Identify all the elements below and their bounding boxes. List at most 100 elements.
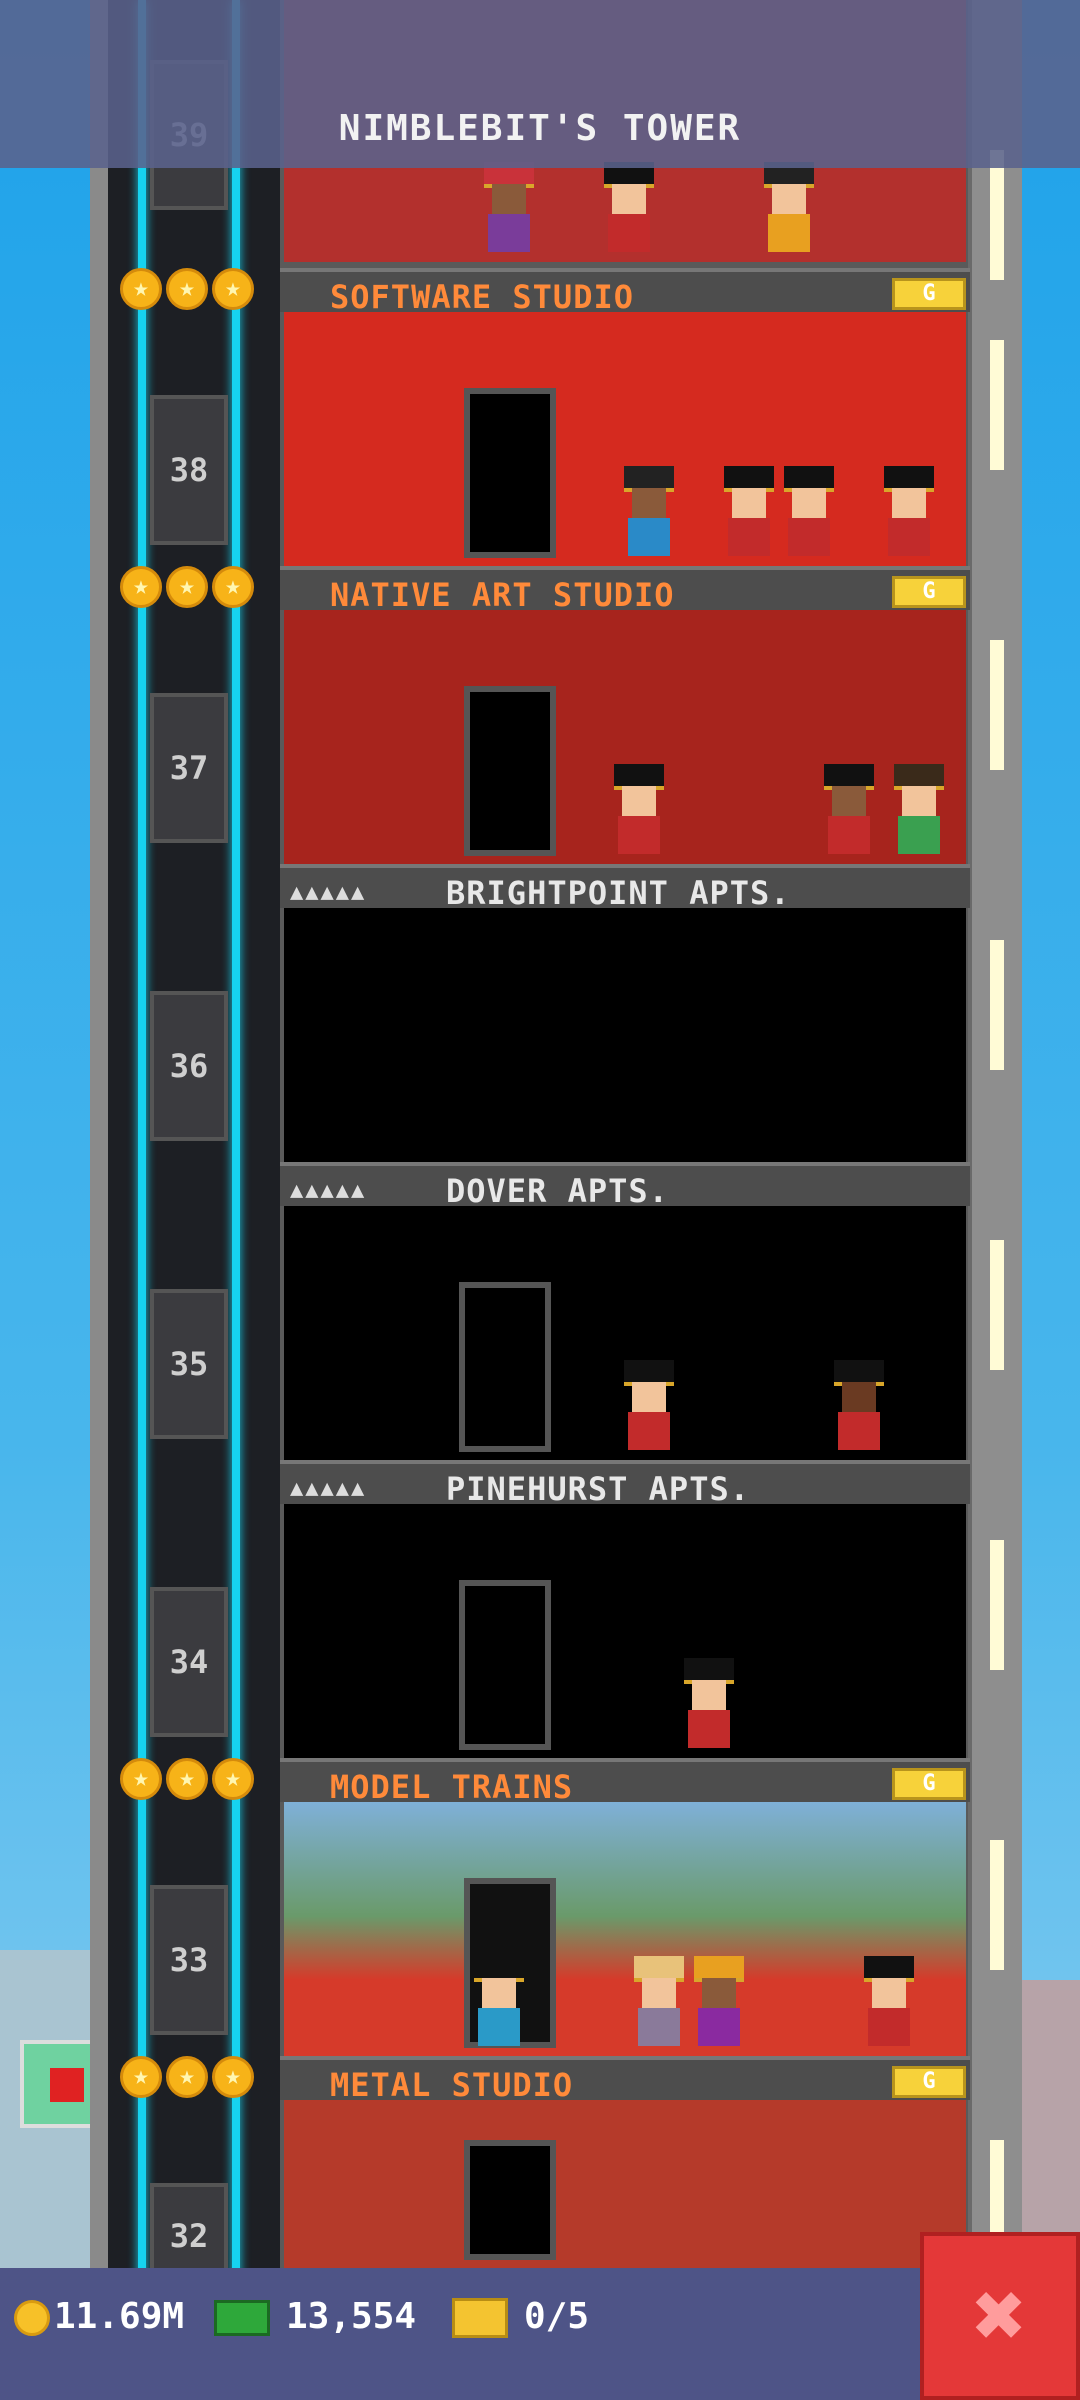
elevator-rail-left bbox=[138, 0, 146, 2280]
floor-door bbox=[459, 1282, 551, 1452]
bitizen[interactable] bbox=[824, 764, 874, 854]
bitizen[interactable] bbox=[624, 466, 674, 556]
star-icon: ★ bbox=[120, 268, 162, 310]
star-icon: ★ bbox=[120, 2056, 162, 2098]
floor-33-stars: ★ ★ ★ bbox=[120, 1758, 254, 1802]
bitizen[interactable] bbox=[864, 1956, 914, 2046]
tower-light bbox=[990, 1840, 1004, 1970]
business-tag[interactable]: G bbox=[892, 2066, 966, 2098]
elevator-stop-33[interactable]: 33 bbox=[150, 1885, 228, 2035]
floor-header: MODEL TRAINS G bbox=[280, 1758, 970, 1806]
floor-number: 33 bbox=[169, 1941, 209, 1979]
floor-35[interactable]: ▲▲▲▲▲ DOVER APTS. bbox=[280, 1162, 970, 1460]
bitizen[interactable] bbox=[624, 1360, 674, 1450]
floor-name: SOFTWARE STUDIO bbox=[330, 278, 634, 316]
star-icon: ★ bbox=[212, 268, 254, 310]
bitizen[interactable] bbox=[684, 1658, 734, 1748]
tower-light bbox=[990, 340, 1004, 470]
floor-number: 35 bbox=[169, 1345, 209, 1383]
star-icon: ★ bbox=[120, 1758, 162, 1800]
floor-header: ▲▲▲▲▲ DOVER APTS. bbox=[280, 1162, 970, 1210]
floor-name: DOVER APTS. bbox=[446, 1172, 669, 1210]
tower-light bbox=[990, 640, 1004, 770]
floor-room bbox=[284, 2100, 966, 2268]
elevator-stop-32[interactable]: 32 bbox=[150, 2183, 228, 2273]
star-icon: ★ bbox=[166, 1758, 208, 1800]
star-icon: ★ bbox=[166, 566, 208, 608]
floor-number: 37 bbox=[169, 749, 209, 787]
tower-light bbox=[990, 1540, 1004, 1670]
floor-32-stars: ★ ★ ★ bbox=[120, 2056, 254, 2100]
elevator-stop-37[interactable]: 37 bbox=[150, 693, 228, 843]
floor-32[interactable]: METAL STUDIO G bbox=[280, 2056, 970, 2268]
floor-room bbox=[284, 908, 966, 1162]
star-icon: ★ bbox=[212, 566, 254, 608]
tower-light bbox=[990, 1240, 1004, 1370]
bux-count: 13,554 bbox=[286, 2296, 417, 2337]
shaft-wall bbox=[90, 0, 108, 2280]
floor-door bbox=[459, 1580, 551, 1750]
resident-icons: ▲▲▲▲▲ bbox=[290, 1476, 367, 1501]
elevator-stop-34[interactable]: 34 bbox=[150, 1587, 228, 1737]
bitizen[interactable] bbox=[484, 162, 534, 252]
tower-title: NIMBLEBIT'S TOWER bbox=[338, 108, 742, 149]
floor-header: SOFTWARE STUDIO G bbox=[280, 268, 970, 316]
floor-number: 38 bbox=[169, 451, 209, 489]
bitizen[interactable] bbox=[724, 466, 774, 556]
floor-room bbox=[284, 1802, 966, 2056]
floor-33[interactable]: MODEL TRAINS G bbox=[280, 1758, 970, 2056]
star-icon: ★ bbox=[166, 2056, 208, 2098]
bitizen[interactable] bbox=[694, 1956, 744, 2046]
fries-icon bbox=[50, 2068, 84, 2102]
floor-room bbox=[284, 312, 966, 566]
floor-number: 34 bbox=[169, 1643, 209, 1681]
floor-number: 32 bbox=[169, 2217, 209, 2255]
business-tag[interactable]: G bbox=[892, 1768, 966, 1800]
elevator-stop-38[interactable]: 38 bbox=[150, 395, 228, 545]
floor-header: ▲▲▲▲▲ PINEHURST APTS. bbox=[280, 1460, 970, 1508]
resident-icons: ▲▲▲▲▲ bbox=[290, 880, 367, 905]
floor-34[interactable]: ▲▲▲▲▲ PINEHURST APTS. bbox=[280, 1460, 970, 1758]
billboard bbox=[20, 2040, 98, 2128]
close-icon: ✖ bbox=[972, 2263, 1028, 2368]
coins-count: 11.69M bbox=[54, 2296, 185, 2337]
floor-name: NATIVE ART STUDIO bbox=[330, 576, 675, 614]
star-icon: ★ bbox=[212, 2056, 254, 2098]
floor-36[interactable]: ▲▲▲▲▲ BRIGHTPOINT APTS. bbox=[280, 864, 970, 1162]
floor-name: METAL STUDIO bbox=[330, 2066, 574, 2104]
floor-name: PINEHURST APTS. bbox=[446, 1470, 750, 1508]
floor-37[interactable]: NATIVE ART STUDIO G bbox=[280, 566, 970, 864]
business-tag[interactable]: G bbox=[892, 576, 966, 608]
ticket-icon bbox=[452, 2298, 508, 2338]
elevator-stop-36[interactable]: 36 bbox=[150, 991, 228, 1141]
bitizen[interactable] bbox=[634, 1956, 684, 2046]
close-button[interactable]: ✖ bbox=[920, 2232, 1080, 2400]
floor-header: ▲▲▲▲▲ BRIGHTPOINT APTS. bbox=[280, 864, 970, 912]
floor-header: METAL STUDIO G bbox=[280, 2056, 970, 2104]
floor-37-stars: ★ ★ ★ bbox=[120, 566, 254, 610]
bitizen[interactable] bbox=[894, 764, 944, 854]
coin-icon bbox=[14, 2300, 50, 2336]
floor-38[interactable]: SOFTWARE STUDIO G bbox=[280, 268, 970, 566]
bitizen[interactable] bbox=[764, 162, 814, 252]
floor-door bbox=[464, 2140, 556, 2260]
floor-header: NATIVE ART STUDIO G bbox=[280, 566, 970, 614]
title-bar: NIMBLEBIT'S TOWER bbox=[0, 0, 1080, 168]
bitizen[interactable] bbox=[614, 764, 664, 854]
bitizen[interactable] bbox=[784, 466, 834, 556]
star-icon: ★ bbox=[166, 268, 208, 310]
floor-room bbox=[284, 610, 966, 864]
floor-room bbox=[284, 1504, 966, 1758]
bitizen[interactable] bbox=[834, 1360, 884, 1450]
star-icon: ★ bbox=[120, 566, 162, 608]
elevator-rail-right bbox=[232, 0, 240, 2280]
elevator-stop-35[interactable]: 35 bbox=[150, 1289, 228, 1439]
bitizen[interactable] bbox=[884, 466, 934, 556]
business-tag[interactable]: G bbox=[892, 278, 966, 310]
bitizen[interactable] bbox=[604, 162, 654, 252]
tower-light bbox=[990, 940, 1004, 1070]
bitizen[interactable] bbox=[474, 1956, 524, 2046]
star-icon: ★ bbox=[212, 1758, 254, 1800]
floor-name: BRIGHTPOINT APTS. bbox=[446, 874, 791, 912]
floor-room bbox=[284, 1206, 966, 1460]
